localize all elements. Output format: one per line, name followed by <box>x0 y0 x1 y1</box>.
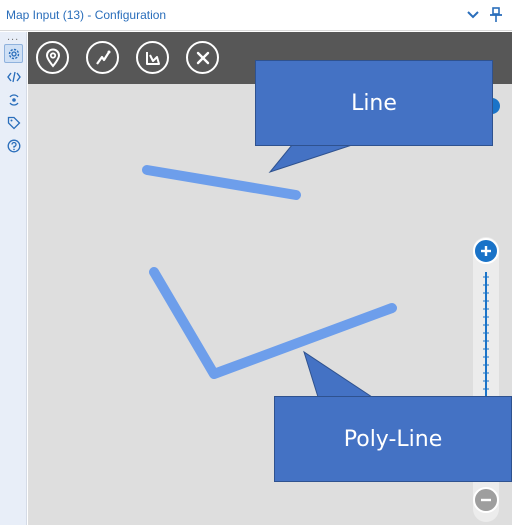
callout-polyline: Poly-Line <box>274 396 512 482</box>
callout-line: Line <box>255 60 493 146</box>
callout-poly-tail <box>303 350 374 398</box>
callout-line-label: Line <box>351 90 397 116</box>
callout-line-tail <box>268 144 353 174</box>
callout-polyline-label: Poly-Line <box>343 426 443 452</box>
